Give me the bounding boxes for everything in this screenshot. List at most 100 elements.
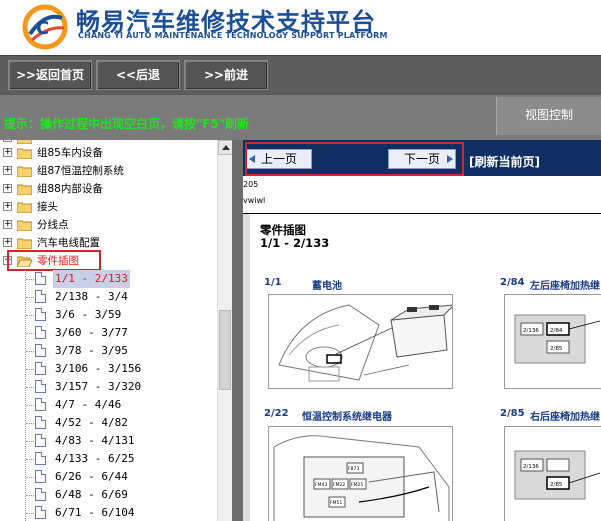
forward-button[interactable]: >>前进 (184, 60, 268, 90)
tree-document-label: 3/6 - 3/59 (55, 308, 122, 321)
sheet-subtitle: 1/1 - 2/133 (260, 236, 330, 250)
folder-icon (17, 166, 32, 177)
tree-document-label: 3/157 - 3/320 (55, 380, 142, 393)
tree-document-label: 4/52 - 4/82 (55, 416, 128, 429)
figure-number: 1/1 (264, 277, 282, 288)
document-icon (35, 272, 46, 285)
nav-bar: >>返回首页 <<后退 >>前进 (0, 55, 601, 95)
tree-document-item[interactable]: 3/106 - 3/156 (0, 360, 215, 378)
tree-connector (26, 369, 34, 370)
relay-label: 2/136 (523, 328, 539, 334)
scroll-up-icon[interactable] (218, 140, 233, 155)
expand-icon[interactable]: + (3, 220, 12, 229)
tree-document-label: 4/83 - 4/131 (55, 434, 135, 447)
meta-line: 205 (243, 180, 259, 189)
document-icon (35, 326, 46, 339)
expand-icon[interactable]: + (3, 238, 12, 247)
tree-folder-label: 组87恒温控制系统 (37, 165, 124, 177)
header: C 畅易汽车维修技术支持平台 CHANG YI AUTO MAINTENANCE… (0, 0, 601, 55)
figure-name: 蓄电池 (312, 281, 342, 292)
document-icon (35, 434, 46, 447)
relay-diagram-right[interactable]: 2/136 2/85 (504, 426, 601, 521)
tree-folder-item[interactable]: + 接头 (0, 198, 215, 216)
fuse-label: FM51 (330, 500, 342, 506)
folder-icon (17, 148, 32, 159)
document-icon (35, 308, 46, 321)
document-icon (35, 470, 46, 483)
relay-label: 2/85 (550, 482, 563, 488)
expand-icon[interactable]: + (3, 148, 12, 157)
tree-connector (26, 315, 34, 316)
tree-connector (26, 441, 34, 442)
expand-icon[interactable]: + (3, 140, 12, 142)
tree-folder-label: 接头 (37, 201, 58, 213)
expand-icon[interactable]: + (3, 184, 12, 193)
tree-document-item[interactable]: 3/6 - 3/59 (0, 306, 215, 324)
tree-document-item[interactable]: 4/7 - 4/46 (0, 396, 215, 414)
tree-document-item[interactable]: 6/48 - 6/69 (0, 486, 215, 504)
tree-document-label: 1/1 - 2/133 (53, 270, 130, 288)
figure-name: 左后座椅加热继电器 (530, 281, 601, 292)
tree-scrollbar[interactable] (217, 140, 233, 521)
highlight-box (245, 142, 464, 176)
document-icon (35, 290, 46, 303)
tree-connector (26, 297, 34, 298)
tree-document-item[interactable]: 6/71 - 6/104 (0, 504, 215, 521)
tree-connector (26, 459, 34, 460)
hint-text: 提示：操作过程中出现空白页，请按"F5"刷新 (4, 117, 250, 131)
hint-bar: 提示：操作过程中出现空白页，请按"F5"刷新 视图控制 (0, 95, 601, 140)
tree-document-label: 4/133 - 6/25 (55, 452, 135, 465)
battery-diagram[interactable] (268, 294, 453, 389)
fusebox-diagram[interactable]: F873 FM43 FM22 FM25 FM51 (268, 426, 453, 521)
tree-folder-label: 组88内部设备 (37, 183, 103, 195)
folder-icon (17, 220, 32, 231)
battery-illustration (278, 304, 452, 382)
tree-connector (26, 495, 34, 496)
tree-document-item[interactable]: 2/138 - 3/4 (0, 288, 215, 306)
relay-label: 2/85 (550, 346, 563, 352)
tree-folder-item[interactable]: + 组87恒温控制系统 (0, 162, 215, 180)
tree-document-item[interactable]: 6/26 - 6/44 (0, 468, 215, 486)
document-icon (35, 452, 46, 465)
tree-document-item[interactable]: 4/83 - 4/131 (0, 432, 215, 450)
tree-document-item[interactable]: 4/52 - 4/82 (0, 414, 215, 432)
document-icon (35, 398, 46, 411)
tree-document-item[interactable]: 4/133 - 6/25 (0, 450, 215, 468)
relay-diagram-left[interactable]: 2/136 2/84 2/85 (504, 294, 601, 389)
folder-icon (17, 202, 32, 213)
tree-document-label: 6/48 - 6/69 (55, 488, 128, 501)
tree-document-item[interactable]: 3/60 - 3/77 (0, 324, 215, 342)
expand-icon[interactable]: + (3, 202, 12, 211)
tree-folder-item[interactable]: + 组88内部设备 (0, 180, 215, 198)
document-icon (35, 416, 46, 429)
tree-folder-item[interactable]: + 组85车内设备 (0, 144, 215, 162)
tree-document-item[interactable]: 3/157 - 3/320 (0, 378, 215, 396)
tree-document-label: 3/78 - 3/95 (55, 344, 128, 357)
figure-name: 恒温控制系统继电器 (302, 412, 392, 423)
tree-document-label: 2/138 - 3/4 (55, 290, 128, 303)
highlight-box (7, 250, 101, 271)
figure-name: 右后座椅加热继电器 (530, 412, 601, 423)
tree-panel: + + 组85车内设备 + 组87恒温控制系统 + 组88内部设备 + 接头 +… (0, 140, 232, 521)
figure-number: 2/85 (500, 408, 525, 419)
folder-icon (17, 184, 32, 195)
tree-connector (26, 477, 34, 478)
home-button[interactable]: >>返回首页 (8, 60, 92, 90)
back-button[interactable]: <<后退 (96, 60, 180, 90)
tree-folder-item[interactable]: + 分线点 (0, 216, 215, 234)
tree-document-item[interactable]: 1/1 - 2/133 (0, 270, 215, 288)
document-icon (35, 344, 46, 357)
expand-icon[interactable]: + (3, 166, 12, 175)
tree-folder-label: 组85车内设备 (37, 147, 103, 159)
refresh-page-link[interactable]: [刷新当前页] (469, 153, 540, 170)
figure-number: 2/84 (500, 277, 525, 288)
tree-document-item[interactable]: 3/78 - 3/95 (0, 342, 215, 360)
panel-divider[interactable] (232, 140, 243, 521)
tree-connector (26, 351, 34, 352)
logo-icon: C (22, 4, 68, 50)
document-icon (35, 362, 46, 375)
fuse-label: F873 (348, 466, 359, 472)
relay-illustration: 2/136 2/84 2/85 (514, 314, 601, 364)
view-control-tab[interactable]: 视图控制 (496, 97, 601, 135)
scroll-thumb[interactable] (219, 310, 231, 390)
